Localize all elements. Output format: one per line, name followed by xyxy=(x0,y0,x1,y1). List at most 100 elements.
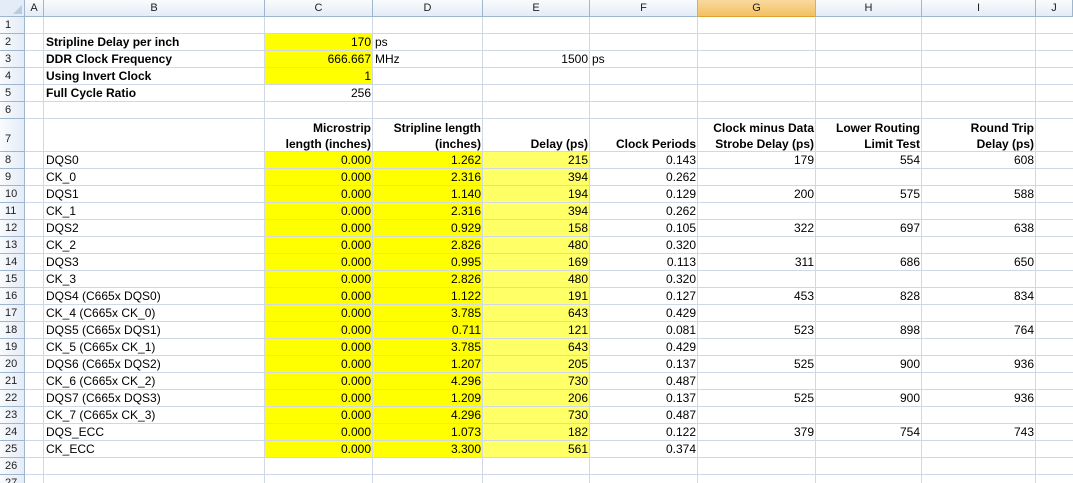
table-cell-round[interactable]: 638 xyxy=(922,220,1036,237)
table-cell-periods[interactable]: 0.105 xyxy=(590,220,698,237)
row-header-8[interactable]: 8 xyxy=(0,152,25,169)
table-cell-periods[interactable]: 0.081 xyxy=(590,322,698,339)
table-cell-name[interactable]: DQS2 xyxy=(44,220,81,237)
row-header-13[interactable]: 13 xyxy=(0,237,25,254)
table-cell-name[interactable]: DQS1 xyxy=(44,186,81,203)
table-cell-strip[interactable]: 1.262 xyxy=(373,152,483,169)
row-header-22[interactable]: 22 xyxy=(0,390,25,407)
table-cell-cmd[interactable]: 379 xyxy=(698,424,816,441)
row-header-14[interactable]: 14 xyxy=(0,254,25,271)
table-cell-name[interactable]: DQS3 xyxy=(44,254,81,271)
column-header-c[interactable]: C xyxy=(265,0,373,17)
table-cell-periods[interactable]: 0.127 xyxy=(590,288,698,305)
table-cell-delay[interactable]: 480 xyxy=(483,271,590,288)
table-cell-periods[interactable]: 0.129 xyxy=(590,186,698,203)
row-header-3[interactable]: 3 xyxy=(0,51,25,68)
table-cell-micro[interactable]: 0.000 xyxy=(265,220,373,237)
column-header-b[interactable]: B xyxy=(44,0,265,17)
table-cell-micro[interactable]: 0.000 xyxy=(265,169,373,186)
table-cell-name[interactable]: CK_6 (C665x CK_2) xyxy=(44,373,157,390)
table-cell-delay[interactable]: 121 xyxy=(483,322,590,339)
table-cell-round[interactable]: 834 xyxy=(922,288,1036,305)
row-header-10[interactable]: 10 xyxy=(0,186,25,203)
param-label[interactable]: Full Cycle Ratio xyxy=(44,85,138,102)
table-cell-strip[interactable]: 4.296 xyxy=(373,373,483,390)
column-header-e[interactable]: E xyxy=(483,0,590,17)
param-value[interactable]: 1 xyxy=(265,68,373,85)
table-cell-periods[interactable]: 0.429 xyxy=(590,305,698,322)
row-header-5[interactable]: 5 xyxy=(0,85,25,102)
table-cell-micro[interactable]: 0.000 xyxy=(265,322,373,339)
table-cell-periods[interactable]: 0.122 xyxy=(590,424,698,441)
table-cell-cmd[interactable]: 311 xyxy=(698,254,816,271)
header-lower-routing[interactable]: Lower Routing Limit Test xyxy=(816,119,922,152)
row-header-19[interactable]: 19 xyxy=(0,339,25,356)
table-cell-delay[interactable]: 194 xyxy=(483,186,590,203)
table-cell-micro[interactable]: 0.000 xyxy=(265,407,373,424)
column-header-d[interactable]: D xyxy=(373,0,483,17)
period-value[interactable]: 1500 xyxy=(483,51,590,68)
header-clock-minus[interactable]: Clock minus Data Strobe Delay (ps) xyxy=(698,119,816,152)
header-round-trip[interactable]: Round Trip Delay (ps) xyxy=(922,119,1036,152)
table-cell-round[interactable]: 650 xyxy=(922,254,1036,271)
table-cell-micro[interactable]: 0.000 xyxy=(265,203,373,220)
table-cell-delay[interactable]: 561 xyxy=(483,441,590,458)
header-clock-periods[interactable]: Clock Periods xyxy=(590,119,698,152)
table-cell-strip[interactable]: 0.711 xyxy=(373,322,483,339)
param-unit[interactable]: MHz xyxy=(373,51,402,68)
column-header-i[interactable]: I xyxy=(922,0,1036,17)
table-cell-periods[interactable]: 0.137 xyxy=(590,390,698,407)
table-cell-name[interactable]: CK_5 (C665x CK_1) xyxy=(44,339,157,356)
param-value[interactable]: 666.667 xyxy=(265,51,373,68)
row-header-24[interactable]: 24 xyxy=(0,424,25,441)
table-cell-name[interactable]: CK_4 (C665x CK_0) xyxy=(44,305,157,322)
table-cell-micro[interactable]: 0.000 xyxy=(265,424,373,441)
table-cell-strip[interactable]: 1.207 xyxy=(373,356,483,373)
table-cell-strip[interactable]: 3.300 xyxy=(373,441,483,458)
row-header-11[interactable]: 11 xyxy=(0,203,25,220)
table-cell-lower[interactable]: 575 xyxy=(816,186,922,203)
row-header-26[interactable]: 26 xyxy=(0,458,25,475)
row-header-15[interactable]: 15 xyxy=(0,271,25,288)
table-cell-round[interactable]: 764 xyxy=(922,322,1036,339)
table-cell-cmd[interactable]: 525 xyxy=(698,356,816,373)
row-header-23[interactable]: 23 xyxy=(0,407,25,424)
table-cell-delay[interactable]: 394 xyxy=(483,169,590,186)
table-cell-round[interactable]: 743 xyxy=(922,424,1036,441)
table-cell-name[interactable]: CK_1 xyxy=(44,203,78,220)
table-cell-round[interactable]: 588 xyxy=(922,186,1036,203)
table-cell-periods[interactable]: 0.320 xyxy=(590,237,698,254)
column-header-f[interactable]: F xyxy=(590,0,698,17)
row-header-16[interactable]: 16 xyxy=(0,288,25,305)
table-cell-strip[interactable]: 0.995 xyxy=(373,254,483,271)
table-cell-periods[interactable]: 0.137 xyxy=(590,356,698,373)
table-cell-lower[interactable]: 900 xyxy=(816,390,922,407)
table-cell-strip[interactable]: 1.073 xyxy=(373,424,483,441)
table-cell-periods[interactable]: 0.487 xyxy=(590,407,698,424)
table-cell-strip[interactable]: 4.296 xyxy=(373,407,483,424)
table-cell-micro[interactable]: 0.000 xyxy=(265,390,373,407)
header-delay[interactable]: Delay (ps) xyxy=(483,119,590,152)
table-cell-delay[interactable]: 643 xyxy=(483,305,590,322)
table-cell-lower[interactable]: 686 xyxy=(816,254,922,271)
table-cell-periods[interactable]: 0.487 xyxy=(590,373,698,390)
table-cell-name[interactable]: DQS0 xyxy=(44,152,81,169)
table-cell-delay[interactable]: 480 xyxy=(483,237,590,254)
table-cell-micro[interactable]: 0.000 xyxy=(265,441,373,458)
table-cell-strip[interactable]: 2.316 xyxy=(373,203,483,220)
param-value[interactable]: 256 xyxy=(265,85,373,102)
table-cell-lower[interactable]: 754 xyxy=(816,424,922,441)
table-cell-name[interactable]: DQS7 (C665x DQS3) xyxy=(44,390,163,407)
table-cell-delay[interactable]: 169 xyxy=(483,254,590,271)
table-cell-strip[interactable]: 1.209 xyxy=(373,390,483,407)
row-header-12[interactable]: 12 xyxy=(0,220,25,237)
table-cell-strip[interactable]: 2.826 xyxy=(373,237,483,254)
row-header-27[interactable]: 27 xyxy=(0,475,25,483)
table-cell-micro[interactable]: 0.000 xyxy=(265,305,373,322)
table-cell-delay[interactable]: 215 xyxy=(483,152,590,169)
table-cell-micro[interactable]: 0.000 xyxy=(265,237,373,254)
column-header-h[interactable]: H xyxy=(816,0,922,17)
row-header-17[interactable]: 17 xyxy=(0,305,25,322)
header-microstrip[interactable]: Microstrip length (inches) xyxy=(265,119,373,152)
table-cell-lower[interactable]: 554 xyxy=(816,152,922,169)
